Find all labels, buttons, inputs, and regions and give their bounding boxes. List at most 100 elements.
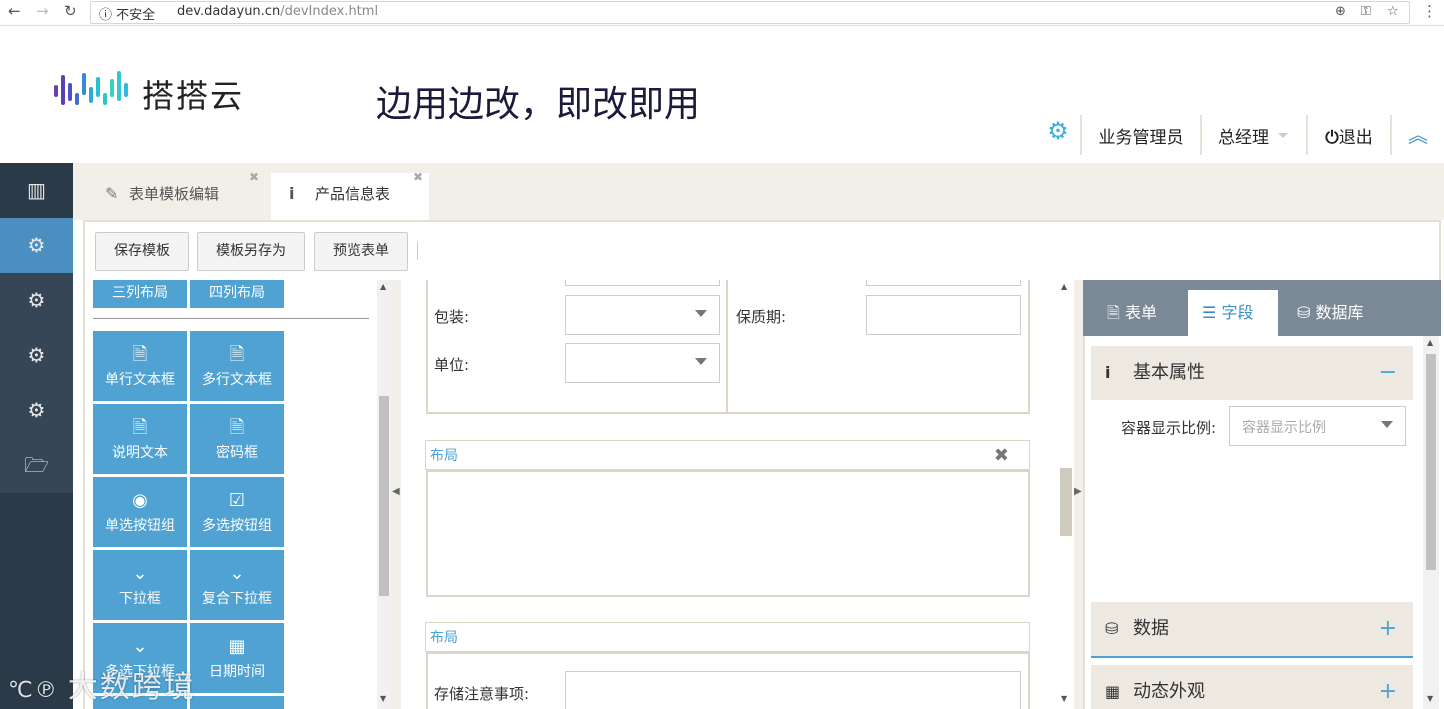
- scroll-down-icon[interactable]: ▼: [1061, 694, 1067, 703]
- field-top-right-input[interactable]: [866, 280, 1021, 286]
- caret-down-icon: [695, 358, 707, 365]
- edit-icon: ✎: [105, 184, 119, 203]
- ratio-select[interactable]: 容器显示比例: [1229, 406, 1406, 446]
- sidebar-item-settings-2[interactable]: ⚙: [0, 273, 73, 328]
- left-splitter[interactable]: ◀: [391, 280, 401, 709]
- storage-notes-input[interactable]: [565, 671, 1021, 709]
- minus-icon[interactable]: −: [1379, 346, 1397, 400]
- section-basic-properties[interactable]: i 基本属性 −: [1091, 346, 1413, 400]
- close-icon[interactable]: ✖: [994, 441, 1009, 471]
- security-indicator[interactable]: ⓘ 不安全: [99, 4, 155, 23]
- scroll-down-icon[interactable]: ▼: [380, 694, 386, 703]
- gear-icon: ⚙: [27, 233, 46, 257]
- component-dropdown[interactable]: ⌄ 下拉框: [93, 550, 187, 620]
- component-four-column[interactable]: 四列布局: [190, 280, 284, 308]
- tab-form-template-edit[interactable]: ✎ 表单模板编辑 ✖: [95, 170, 267, 220]
- user-menu[interactable]: 总经理: [1200, 115, 1306, 155]
- sidebar-item-folder[interactable]: 🗁: [0, 438, 73, 493]
- right-splitter[interactable]: ▶: [1074, 280, 1083, 709]
- main-sidebar: ▥ ⚙ ⚙ ⚙ ⚙ 🗁: [0, 163, 73, 709]
- modules-icon[interactable]: ▥: [0, 163, 73, 218]
- checkbox-icon: ☑: [228, 490, 246, 511]
- reload-icon[interactable]: ↻: [64, 2, 77, 20]
- component-description-text[interactable]: 🗎 说明文本: [93, 404, 187, 474]
- close-icon[interactable]: ✖: [413, 169, 423, 185]
- layout-body[interactable]: [426, 470, 1030, 597]
- star-icon[interactable]: ☆: [1387, 4, 1399, 19]
- address-bar[interactable]: ⓘ 不安全 dev.dadayun.cn/devIndex.html ⊕ ⚿ ☆: [90, 1, 1410, 24]
- tab-field[interactable]: ☰ 字段: [1188, 290, 1278, 336]
- close-icon[interactable]: ✖: [249, 169, 259, 185]
- component-password[interactable]: 🗎 密码框: [190, 404, 284, 474]
- canvas-scroll-thumb[interactable]: [1060, 468, 1072, 536]
- scroll-up-icon[interactable]: ▲: [1061, 282, 1067, 291]
- logout-label: 退出: [1338, 128, 1373, 148]
- properties-scrollbar[interactable]: ▲ ▼: [1423, 336, 1439, 709]
- chevron-down-icon: ⌄: [132, 563, 148, 584]
- plus-icon[interactable]: +: [1379, 602, 1397, 656]
- document-icon: 🗎: [132, 417, 148, 438]
- layout-header[interactable]: 布局 ✖: [425, 440, 1030, 470]
- section-dynamic-appearance[interactable]: ▦ 动态外观 +: [1091, 665, 1413, 709]
- info-icon: i: [289, 184, 295, 203]
- sidebar-item-settings-3[interactable]: ⚙: [0, 328, 73, 383]
- editor-toolbar: 保存模板 模板另存为 预览表单: [83, 220, 1441, 280]
- tab-database[interactable]: ⛁ 数据库: [1297, 290, 1407, 336]
- save-as-template-button[interactable]: 模板另存为: [197, 232, 305, 271]
- plus-icon[interactable]: +: [1379, 665, 1397, 709]
- tab-label: 产品信息表: [315, 185, 391, 203]
- component-compound-dropdown[interactable]: ⌄ 复合下拉框: [190, 550, 284, 620]
- role-menu[interactable]: 业务管理员: [1080, 115, 1200, 155]
- sidebar-item-settings-1[interactable]: ⚙: [0, 218, 73, 273]
- section-data[interactable]: ⛁ 数据 +: [1091, 602, 1413, 656]
- watermark-logo-icon: ℃℗: [8, 678, 68, 703]
- folder-icon: 🗁: [24, 453, 49, 477]
- forward-icon[interactable]: →: [36, 2, 49, 20]
- logout-button[interactable]: ⏻退出: [1306, 115, 1390, 155]
- layout-header-2[interactable]: 布局: [425, 622, 1030, 652]
- sidebar-item-settings-4[interactable]: ⚙: [0, 383, 73, 438]
- scroll-up-icon[interactable]: ▲: [380, 282, 386, 291]
- back-icon[interactable]: ←: [8, 2, 21, 20]
- section-underline: [1091, 656, 1413, 658]
- toolbar-divider: [417, 242, 418, 260]
- section-title: 动态外观: [1133, 681, 1205, 702]
- component-palette: 三列布局 四列布局 🗎 单行文本框 🗎 多行文本框 🗎 说明文本 🗎 密码框 ◉ 单选按钮…: [83, 280, 391, 709]
- menu-icon[interactable]: ⋮: [1422, 2, 1437, 20]
- component-datetime[interactable]: ▦ 日期时间: [190, 623, 284, 693]
- properties-scroll-thumb[interactable]: [1426, 354, 1436, 570]
- ratio-label: 容器显示比例:: [1121, 419, 1217, 437]
- save-template-button[interactable]: 保存模板: [95, 232, 189, 271]
- component-radio-group[interactable]: ◉ 单选按钮组: [93, 477, 187, 547]
- component-more-2[interactable]: [190, 696, 284, 709]
- storage-notes-label: 存储注意事项:: [434, 685, 530, 703]
- component-label: 多行文本框: [202, 372, 272, 388]
- zoom-icon[interactable]: ⊕: [1335, 4, 1346, 19]
- palette-scroll-thumb[interactable]: [379, 396, 389, 596]
- caret-down-icon: [1381, 421, 1393, 428]
- component-checkbox-group[interactable]: ☑ 多选按钮组: [190, 477, 284, 547]
- component-single-line-text[interactable]: 🗎 单行文本框: [93, 331, 187, 401]
- packaging-select[interactable]: [565, 295, 720, 335]
- unit-select[interactable]: [565, 343, 720, 383]
- tab-label: 表单: [1124, 303, 1157, 322]
- component-three-column[interactable]: 三列布局: [93, 280, 187, 308]
- preview-form-button[interactable]: 预览表单: [314, 232, 408, 271]
- tab-label: 表单模板编辑: [129, 185, 220, 203]
- canvas-scrollbar[interactable]: ▲ ▼: [1058, 280, 1074, 709]
- settings-gear-icon[interactable]: ⚙: [1036, 115, 1080, 155]
- collapse-right-icon[interactable]: ▶: [1074, 486, 1082, 497]
- scroll-up-icon[interactable]: ▲: [1427, 338, 1433, 347]
- palette-scrollbar[interactable]: ▲ ▼: [377, 280, 391, 709]
- collapse-header-icon[interactable]: ︽: [1390, 115, 1444, 155]
- packaging-label: 包装:: [434, 308, 470, 326]
- shelf-life-input[interactable]: [866, 295, 1021, 335]
- document-icon: 🗎: [229, 344, 245, 365]
- component-multi-line-text[interactable]: 🗎 多行文本框: [190, 331, 284, 401]
- tab-product-info[interactable]: i 产品信息表 ✖: [271, 170, 429, 220]
- field-top-left-input[interactable]: [565, 280, 720, 286]
- scroll-down-icon[interactable]: ▼: [1427, 694, 1433, 703]
- tab-form[interactable]: 🗎 表单: [1107, 290, 1191, 336]
- collapse-left-icon[interactable]: ◀: [392, 486, 400, 497]
- key-icon[interactable]: ⚿: [1361, 4, 1371, 19]
